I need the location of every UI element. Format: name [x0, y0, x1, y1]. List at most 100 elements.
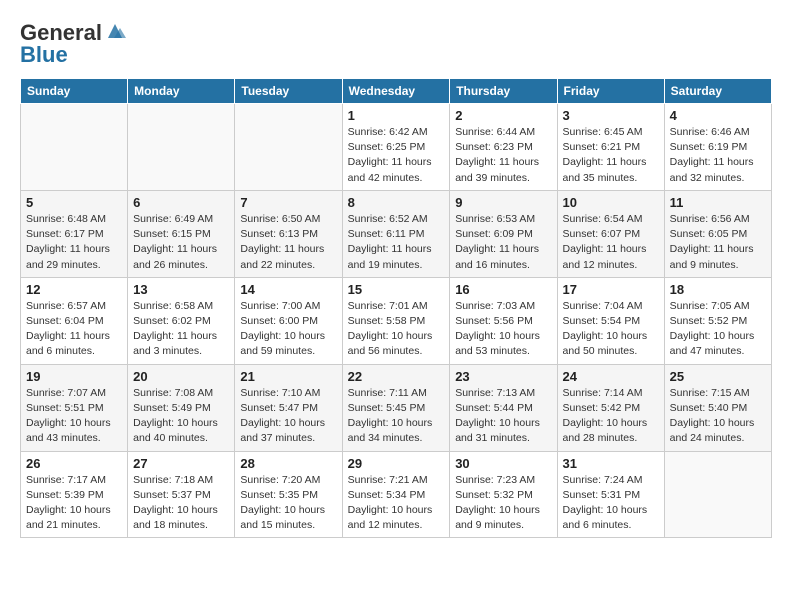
calendar-cell: 11 Sunrise: 6:56 AM Sunset: 6:05 PM Dayli…	[664, 190, 771, 277]
calendar-cell: 22 Sunrise: 7:11 AM Sunset: 5:45 PM Dayli…	[342, 364, 450, 451]
day-number: 20	[133, 369, 229, 384]
calendar-cell	[128, 104, 235, 191]
day-number: 4	[670, 108, 766, 123]
day-info: Sunrise: 7:24 AM Sunset: 5:31 PM Dayligh…	[563, 473, 659, 534]
day-info: Sunrise: 6:45 AM Sunset: 6:21 PM Dayligh…	[563, 125, 659, 186]
day-number: 31	[563, 456, 659, 471]
day-number: 5	[26, 195, 122, 210]
calendar-cell: 30 Sunrise: 7:23 AM Sunset: 5:32 PM Dayli…	[450, 451, 557, 538]
calendar-cell: 20 Sunrise: 7:08 AM Sunset: 5:49 PM Dayli…	[128, 364, 235, 451]
calendar-cell: 17 Sunrise: 7:04 AM Sunset: 5:54 PM Dayli…	[557, 277, 664, 364]
day-number: 27	[133, 456, 229, 471]
calendar-cell: 27 Sunrise: 7:18 AM Sunset: 5:37 PM Dayli…	[128, 451, 235, 538]
day-number: 22	[348, 369, 445, 384]
day-info: Sunrise: 7:00 AM Sunset: 6:00 PM Dayligh…	[240, 299, 336, 360]
day-number: 25	[670, 369, 766, 384]
calendar-cell: 21Sunrise: 7:10 AM Sunset: 5:47 PM Dayli…	[235, 364, 342, 451]
weekday-header-friday: Friday	[557, 79, 664, 104]
day-number: 9	[455, 195, 551, 210]
day-number: 8	[348, 195, 445, 210]
calendar-cell: 19 Sunrise: 7:07 AM Sunset: 5:51 PM Dayli…	[21, 364, 128, 451]
calendar-cell: 7 Sunrise: 6:50 AM Sunset: 6:13 PM Daylig…	[235, 190, 342, 277]
calendar-cell: 26Sunrise: 7:17 AM Sunset: 5:39 PM Dayli…	[21, 451, 128, 538]
calendar-cell	[21, 104, 128, 191]
day-info: Sunrise: 6:54 AM Sunset: 6:07 PM Dayligh…	[563, 212, 659, 273]
calendar-cell	[664, 451, 771, 538]
day-number: 21	[240, 369, 336, 384]
calendar-cell: 28Sunrise: 7:20 AM Sunset: 5:35 PM Dayli…	[235, 451, 342, 538]
day-info: Sunrise: 7:23 AM Sunset: 5:32 PM Dayligh…	[455, 473, 551, 534]
day-number: 7	[240, 195, 336, 210]
day-number: 29	[348, 456, 445, 471]
calendar-cell: 2Sunrise: 6:44 AM Sunset: 6:23 PM Daylig…	[450, 104, 557, 191]
logo: General Blue	[20, 20, 126, 68]
calendar-cell: 12Sunrise: 6:57 AM Sunset: 6:04 PM Dayli…	[21, 277, 128, 364]
day-number: 17	[563, 282, 659, 297]
day-number: 19	[26, 369, 122, 384]
weekday-header-row: SundayMondayTuesdayWednesdayThursdayFrid…	[21, 79, 772, 104]
calendar-cell: 8Sunrise: 6:52 AM Sunset: 6:11 PM Daylig…	[342, 190, 450, 277]
day-number: 12	[26, 282, 122, 297]
calendar-cell: 15 Sunrise: 7:01 AM Sunset: 5:58 PM Dayli…	[342, 277, 450, 364]
calendar-cell: 18Sunrise: 7:05 AM Sunset: 5:52 PM Dayli…	[664, 277, 771, 364]
page-header: General Blue	[20, 20, 772, 68]
day-info: Sunrise: 7:03 AM Sunset: 5:56 PM Dayligh…	[455, 299, 551, 360]
calendar-cell: 6Sunrise: 6:49 AM Sunset: 6:15 PM Daylig…	[128, 190, 235, 277]
calendar-cell: 23Sunrise: 7:13 AM Sunset: 5:44 PM Dayli…	[450, 364, 557, 451]
day-number: 11	[670, 195, 766, 210]
calendar-week-3: 12Sunrise: 6:57 AM Sunset: 6:04 PM Dayli…	[21, 277, 772, 364]
calendar-cell: 31 Sunrise: 7:24 AM Sunset: 5:31 PM Dayli…	[557, 451, 664, 538]
day-number: 30	[455, 456, 551, 471]
logo-icon	[104, 20, 126, 42]
calendar-cell: 14Sunrise: 7:00 AM Sunset: 6:00 PM Dayli…	[235, 277, 342, 364]
day-info: Sunrise: 6:53 AM Sunset: 6:09 PM Dayligh…	[455, 212, 551, 273]
day-number: 1	[348, 108, 445, 123]
day-info: Sunrise: 6:58 AM Sunset: 6:02 PM Dayligh…	[133, 299, 229, 360]
day-info: Sunrise: 6:56 AM Sunset: 6:05 PM Dayligh…	[670, 212, 766, 273]
calendar-cell: 9 Sunrise: 6:53 AM Sunset: 6:09 PM Daylig…	[450, 190, 557, 277]
day-info: Sunrise: 7:07 AM Sunset: 5:51 PM Dayligh…	[26, 386, 122, 447]
day-info: Sunrise: 7:18 AM Sunset: 5:37 PM Dayligh…	[133, 473, 229, 534]
calendar-week-4: 19 Sunrise: 7:07 AM Sunset: 5:51 PM Dayli…	[21, 364, 772, 451]
day-number: 26	[26, 456, 122, 471]
day-number: 18	[670, 282, 766, 297]
calendar-cell: 4 Sunrise: 6:46 AM Sunset: 6:19 PM Daylig…	[664, 104, 771, 191]
day-info: Sunrise: 7:04 AM Sunset: 5:54 PM Dayligh…	[563, 299, 659, 360]
weekday-header-wednesday: Wednesday	[342, 79, 450, 104]
calendar-table: SundayMondayTuesdayWednesdayThursdayFrid…	[20, 78, 772, 538]
day-info: Sunrise: 7:08 AM Sunset: 5:49 PM Dayligh…	[133, 386, 229, 447]
weekday-header-saturday: Saturday	[664, 79, 771, 104]
weekday-header-sunday: Sunday	[21, 79, 128, 104]
day-info: Sunrise: 6:50 AM Sunset: 6:13 PM Dayligh…	[240, 212, 336, 273]
calendar-cell: 29 Sunrise: 7:21 AM Sunset: 5:34 PM Dayli…	[342, 451, 450, 538]
day-info: Sunrise: 6:44 AM Sunset: 6:23 PM Dayligh…	[455, 125, 551, 186]
day-info: Sunrise: 6:42 AM Sunset: 6:25 PM Dayligh…	[348, 125, 445, 186]
weekday-header-thursday: Thursday	[450, 79, 557, 104]
calendar-cell: 1 Sunrise: 6:42 AM Sunset: 6:25 PM Daylig…	[342, 104, 450, 191]
day-info: Sunrise: 7:11 AM Sunset: 5:45 PM Dayligh…	[348, 386, 445, 447]
weekday-header-monday: Monday	[128, 79, 235, 104]
day-number: 10	[563, 195, 659, 210]
day-info: Sunrise: 7:21 AM Sunset: 5:34 PM Dayligh…	[348, 473, 445, 534]
calendar-week-5: 26Sunrise: 7:17 AM Sunset: 5:39 PM Dayli…	[21, 451, 772, 538]
day-number: 24	[563, 369, 659, 384]
calendar-week-1: 1 Sunrise: 6:42 AM Sunset: 6:25 PM Daylig…	[21, 104, 772, 191]
day-number: 6	[133, 195, 229, 210]
calendar-cell: 13 Sunrise: 6:58 AM Sunset: 6:02 PM Dayli…	[128, 277, 235, 364]
day-info: Sunrise: 6:46 AM Sunset: 6:19 PM Dayligh…	[670, 125, 766, 186]
day-number: 15	[348, 282, 445, 297]
day-info: Sunrise: 7:01 AM Sunset: 5:58 PM Dayligh…	[348, 299, 445, 360]
day-number: 16	[455, 282, 551, 297]
day-number: 13	[133, 282, 229, 297]
calendar-cell: 10 Sunrise: 6:54 AM Sunset: 6:07 PM Dayli…	[557, 190, 664, 277]
day-number: 3	[563, 108, 659, 123]
logo-blue: Blue	[20, 42, 68, 68]
day-info: Sunrise: 6:48 AM Sunset: 6:17 PM Dayligh…	[26, 212, 122, 273]
day-info: Sunrise: 7:14 AM Sunset: 5:42 PM Dayligh…	[563, 386, 659, 447]
weekday-header-tuesday: Tuesday	[235, 79, 342, 104]
day-number: 28	[240, 456, 336, 471]
calendar-cell: 16 Sunrise: 7:03 AM Sunset: 5:56 PM Dayli…	[450, 277, 557, 364]
calendar-week-2: 5 Sunrise: 6:48 AM Sunset: 6:17 PM Daylig…	[21, 190, 772, 277]
calendar-cell	[235, 104, 342, 191]
calendar-cell: 24 Sunrise: 7:14 AM Sunset: 5:42 PM Dayli…	[557, 364, 664, 451]
